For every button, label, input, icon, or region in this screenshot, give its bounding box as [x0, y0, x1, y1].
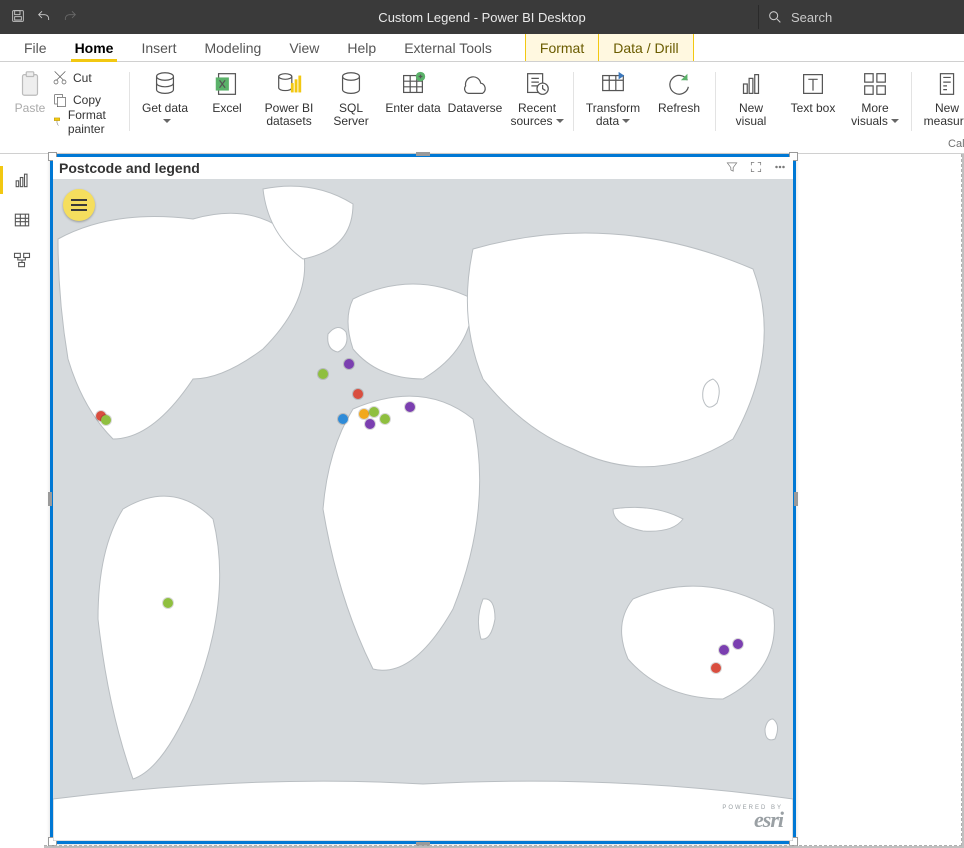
data-view-button[interactable]: [0, 202, 44, 238]
resize-handle-top[interactable]: [416, 152, 430, 156]
group-calculations: New measure Quick measure Calculations: [911, 64, 964, 153]
search-placeholder: Search: [791, 10, 832, 25]
view-switcher: [0, 154, 44, 848]
resize-handle-bottom[interactable]: [416, 842, 430, 846]
esri-logo: esri: [754, 807, 783, 833]
tab-format[interactable]: Format: [525, 34, 599, 61]
refresh-button[interactable]: Refresh: [651, 66, 707, 115]
model-view-icon: [12, 250, 32, 270]
new-measure-icon: [931, 68, 963, 100]
visual-header: Postcode and legend: [53, 157, 793, 179]
excel-button[interactable]: Excel: [199, 66, 255, 115]
window-title: Custom Legend - Power BI Desktop: [378, 10, 585, 25]
data-point[interactable]: [369, 407, 379, 417]
redo-icon: [62, 8, 78, 27]
group-queries: Transform data Refresh: [573, 64, 715, 153]
get-data-icon: [149, 68, 181, 100]
search-input[interactable]: Search: [758, 5, 958, 29]
data-point[interactable]: [733, 639, 743, 649]
resize-handle-right[interactable]: [794, 492, 798, 506]
hamburger-icon: [71, 204, 87, 206]
report-view-button[interactable]: [0, 162, 44, 198]
undo-icon[interactable]: [36, 8, 52, 27]
tab-help[interactable]: Help: [333, 34, 390, 61]
more-visuals-button[interactable]: More visuals: [847, 66, 903, 128]
excel-icon: [211, 68, 243, 100]
report-canvas[interactable]: Postcode and legend: [44, 154, 964, 848]
more-visuals-icon: [859, 68, 891, 100]
data-point[interactable]: [353, 389, 363, 399]
dataverse-button[interactable]: Dataverse: [447, 66, 503, 115]
data-point[interactable]: [344, 359, 354, 369]
report-view-icon: [12, 170, 32, 190]
tab-external-tools[interactable]: External Tools: [390, 34, 506, 61]
recent-sources-icon: [521, 68, 553, 100]
sql-server-button[interactable]: SQL Server: [323, 66, 379, 128]
group-insert: New visual Text box More visuals: [715, 64, 911, 153]
group-clipboard: Paste Cut Copy Format painter: [6, 64, 129, 153]
data-point[interactable]: [365, 419, 375, 429]
tab-insert[interactable]: Insert: [127, 34, 190, 61]
more-options-icon[interactable]: [773, 160, 787, 177]
copy-icon: [52, 92, 68, 108]
cut-icon: [52, 70, 68, 86]
text-box-icon: [797, 68, 829, 100]
data-point[interactable]: [338, 414, 348, 424]
search-icon: [767, 9, 783, 25]
filter-icon[interactable]: [725, 160, 739, 177]
enter-data-icon: [397, 68, 429, 100]
refresh-icon: [663, 68, 695, 100]
data-point[interactable]: [163, 598, 173, 608]
pbi-datasets-icon: [273, 68, 305, 100]
format-painter-button[interactable]: Format painter: [52, 112, 121, 132]
workspace: Postcode and legend: [0, 154, 964, 848]
paste-icon: [14, 68, 46, 100]
enter-data-button[interactable]: Enter data: [385, 66, 441, 115]
focus-mode-icon[interactable]: [749, 160, 763, 177]
paste-button: Paste: [14, 66, 46, 115]
sql-server-icon: [335, 68, 367, 100]
group-label-calculations: Calculations: [919, 136, 964, 153]
recent-sources-button[interactable]: Recent sources: [509, 66, 565, 128]
tab-data-drill[interactable]: Data / Drill: [598, 34, 693, 61]
data-point[interactable]: [380, 414, 390, 424]
get-data-button[interactable]: Get data: [137, 66, 193, 128]
tab-view[interactable]: View: [275, 34, 333, 61]
group-data: Get data Excel Power BI datasets SQL Ser…: [129, 64, 573, 153]
new-visual-button[interactable]: New visual: [723, 66, 779, 128]
tab-file[interactable]: File: [10, 34, 61, 61]
copy-button[interactable]: Copy: [52, 90, 121, 110]
text-box-button[interactable]: Text box: [785, 66, 841, 115]
quick-access-toolbar: [6, 8, 78, 27]
data-point[interactable]: [405, 402, 415, 412]
transform-data-icon: [597, 68, 629, 100]
map-visual[interactable]: Postcode and legend: [50, 154, 796, 844]
data-view-icon: [12, 210, 32, 230]
data-point[interactable]: [359, 409, 369, 419]
data-point[interactable]: [711, 663, 721, 673]
pbi-datasets-button[interactable]: Power BI datasets: [261, 66, 317, 128]
dataverse-icon: [459, 68, 491, 100]
tab-modeling[interactable]: Modeling: [190, 34, 275, 61]
resize-handle-left[interactable]: [48, 492, 52, 506]
map-surface[interactable]: POWERED BY esri: [53, 179, 793, 841]
title-bar: Custom Legend - Power BI Desktop Search: [0, 0, 964, 34]
ribbon: Paste Cut Copy Format painter: [0, 62, 964, 154]
model-view-button[interactable]: [0, 242, 44, 278]
new-visual-icon: [735, 68, 767, 100]
format-painter-icon: [52, 114, 63, 130]
save-icon[interactable]: [10, 8, 26, 27]
tab-home[interactable]: Home: [61, 34, 128, 61]
world-map: [53, 179, 793, 841]
cut-button[interactable]: Cut: [52, 68, 121, 88]
data-point[interactable]: [719, 645, 729, 655]
new-measure-button[interactable]: New measure: [919, 66, 964, 128]
visual-title: Postcode and legend: [59, 160, 200, 176]
legend-toggle-button[interactable]: [63, 189, 95, 221]
ribbon-tabs: File Home Insert Modeling View Help Exte…: [0, 34, 964, 62]
data-point[interactable]: [101, 415, 111, 425]
transform-data-button[interactable]: Transform data: [581, 66, 645, 128]
data-point[interactable]: [318, 369, 328, 379]
contextual-tab-group: Format Data / Drill: [526, 32, 694, 61]
